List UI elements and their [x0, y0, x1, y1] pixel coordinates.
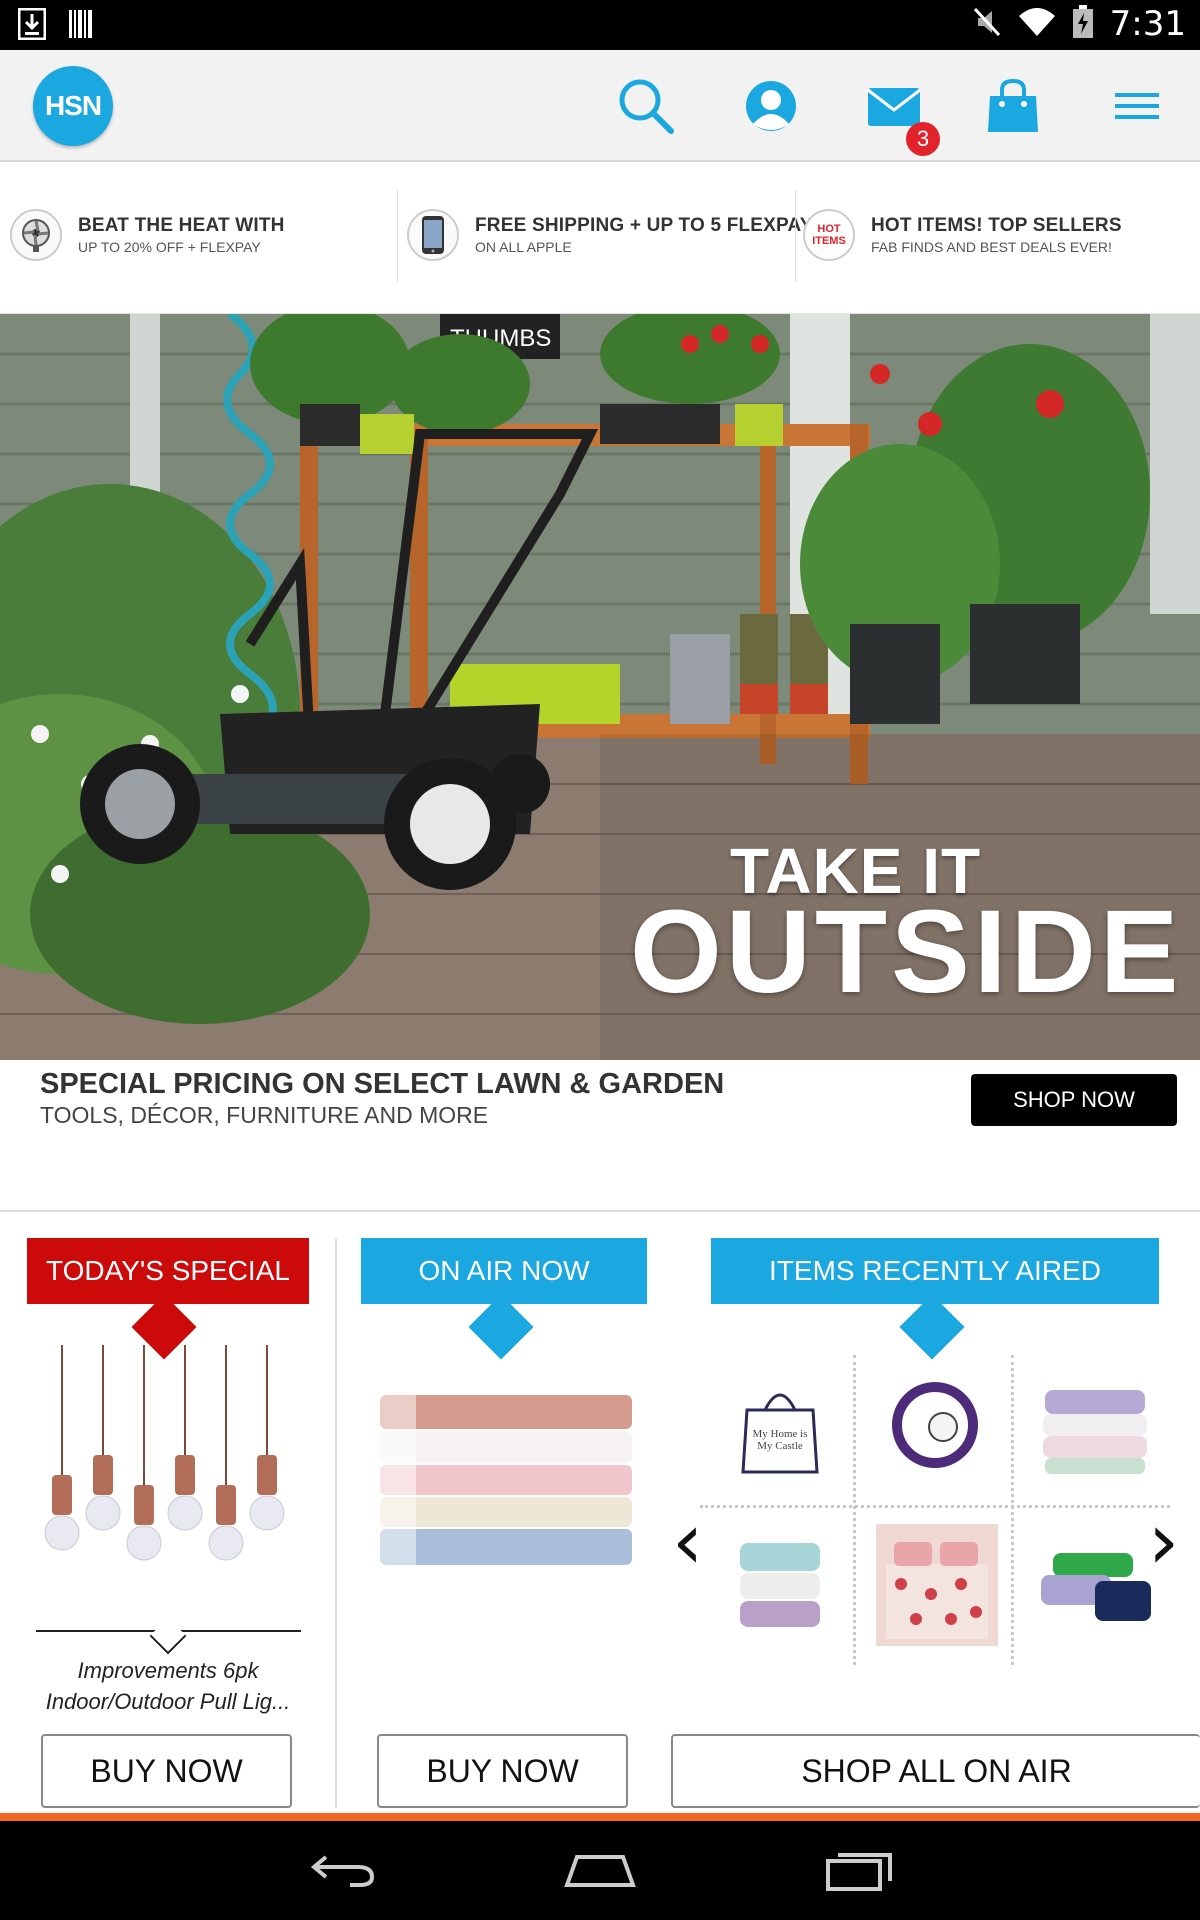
recent-item-throws-colorful[interactable] [1035, 1545, 1155, 1635]
pillow-illustration: My Home is My Castle [741, 1393, 819, 1474]
shop-now-button[interactable]: SHOP NOW [971, 1074, 1177, 1126]
colorful-throws-illustration [1041, 1553, 1151, 1621]
hero-caption: SPECIAL PRICING ON SELECT LAWN & GARDEN … [0, 1060, 1200, 1212]
barcode-icon [68, 8, 94, 45]
system-nav-bar [0, 1821, 1200, 1920]
download-icon [17, 7, 47, 45]
promo-hot-items[interactable]: HOT ITEMS HOT ITEMS! TOP SELLERS FAB FIN… [803, 190, 1122, 280]
carousel-prev-arrow-icon[interactable]: ‹ [672, 1503, 703, 1581]
hero-banner[interactable]: THUMBS TAKE IT OUTSIDE [0, 314, 1200, 1060]
promo-title: BEAT THE HEAT WITH [78, 215, 285, 236]
ring-device-illustration [892, 1382, 978, 1468]
todays-special-product-name[interactable]: Improvements 6pk Indoor/Outdoor Pull Lig… [28, 1655, 308, 1717]
promo-subtitle: ON ALL APPLE [475, 239, 572, 255]
mail-badge: 3 [906, 122, 940, 156]
account-icon[interactable] [739, 74, 803, 138]
recent-item-quilt[interactable] [876, 1524, 998, 1646]
menu-icon[interactable] [1105, 74, 1169, 138]
caret-down-icon [149, 1617, 187, 1655]
recent-item-ring[interactable] [885, 1375, 985, 1475]
hero-headline-big: OUTSIDE [630, 886, 1183, 1018]
fan-icon [10, 209, 62, 261]
shopping-bag-icon[interactable] [981, 74, 1045, 138]
recent-item-throws-lavender[interactable] [1035, 1380, 1155, 1480]
hot-items-icon: HOT ITEMS [803, 209, 855, 261]
todays-special-header[interactable]: TODAY'S SPECIAL [27, 1238, 309, 1304]
on-air-now-buy-now-button[interactable]: BUY NOW [377, 1734, 628, 1808]
stacked-throws-illustration [1043, 1390, 1147, 1474]
caption-subtitle: TOOLS, DÉCOR, FURNITURE AND MORE [40, 1102, 489, 1128]
recently-aired-pointer [899, 1294, 965, 1360]
folded-sheets-illustration [380, 1395, 632, 1565]
recent-item-blankets[interactable] [735, 1535, 825, 1635]
hsn-logo[interactable]: HSN [33, 66, 113, 146]
search-icon[interactable] [614, 74, 678, 138]
promo-subtitle: UP TO 20% OFF + FLEXPAY [78, 239, 261, 255]
promo-divider [397, 190, 398, 282]
home-icon[interactable] [563, 1851, 637, 1894]
product-name-line1: Improvements 6pk [77, 1658, 259, 1683]
carousel-next-arrow-icon[interactable]: › [1148, 1503, 1179, 1581]
todays-special-buy-now-button[interactable]: BUY NOW [41, 1734, 292, 1808]
battery-icon [1072, 4, 1094, 44]
column-divider [335, 1238, 337, 1808]
promo-title: FREE SHIPPING + UP TO 5 FLEXPAY [475, 215, 813, 236]
promo-beat-the-heat[interactable]: BEAT THE HEAT WITH UP TO 20% OFF + FLEXP… [10, 190, 285, 280]
todays-special-product-image[interactable] [40, 1345, 300, 1595]
grid-line [700, 1505, 1170, 1508]
promo-free-shipping-apple[interactable]: FREE SHIPPING + UP TO 5 FLEXPAY ON ALL A… [407, 190, 813, 280]
promo-divider [795, 190, 796, 282]
recent-item-pillow[interactable]: My Home is My Castle [735, 1380, 825, 1480]
grid-line [1011, 1355, 1014, 1665]
shop-all-on-air-button[interactable]: SHOP ALL ON AIR [671, 1734, 1200, 1808]
on-air-now-header[interactable]: ON AIR NOW [361, 1238, 647, 1304]
folded-blankets-illustration [740, 1543, 820, 1627]
on-air-now-pointer [468, 1294, 534, 1360]
accent-bar [0, 1813, 1200, 1821]
promo-subtitle: FAB FINDS AND BEST DEALS EVER! [871, 239, 1112, 255]
recent-apps-icon[interactable] [824, 1847, 894, 1896]
wifi-icon [1018, 6, 1056, 43]
mute-icon [972, 6, 1002, 43]
grid-line [853, 1355, 856, 1665]
recently-aired-header[interactable]: ITEMS RECENTLY AIRED [711, 1238, 1159, 1304]
app-header: HSN 3 [0, 50, 1200, 162]
pull-light-bulbs-illustration [44, 1345, 285, 1561]
promo-strip: BEAT THE HEAT WITH UP TO 20% OFF + FLEXP… [0, 164, 1200, 314]
caption-title: SPECIAL PRICING ON SELECT LAWN & GARDEN [40, 1068, 725, 1100]
status-bar: 7:31 [0, 0, 1200, 50]
product-name-line2: Indoor/Outdoor Pull Lig... [45, 1689, 291, 1714]
phone-icon [407, 209, 459, 261]
on-air-now-product-image[interactable] [375, 1385, 637, 1595]
clock: 7:31 [1109, 4, 1186, 44]
pillow-text: My Home is My Castle [752, 1428, 808, 1452]
back-icon[interactable] [310, 1849, 376, 1894]
hot-items-label: HOT ITEMS [812, 223, 846, 247]
quilt-bedroom-illustration [876, 1524, 998, 1646]
promo-title: HOT ITEMS! TOP SELLERS [871, 215, 1122, 236]
